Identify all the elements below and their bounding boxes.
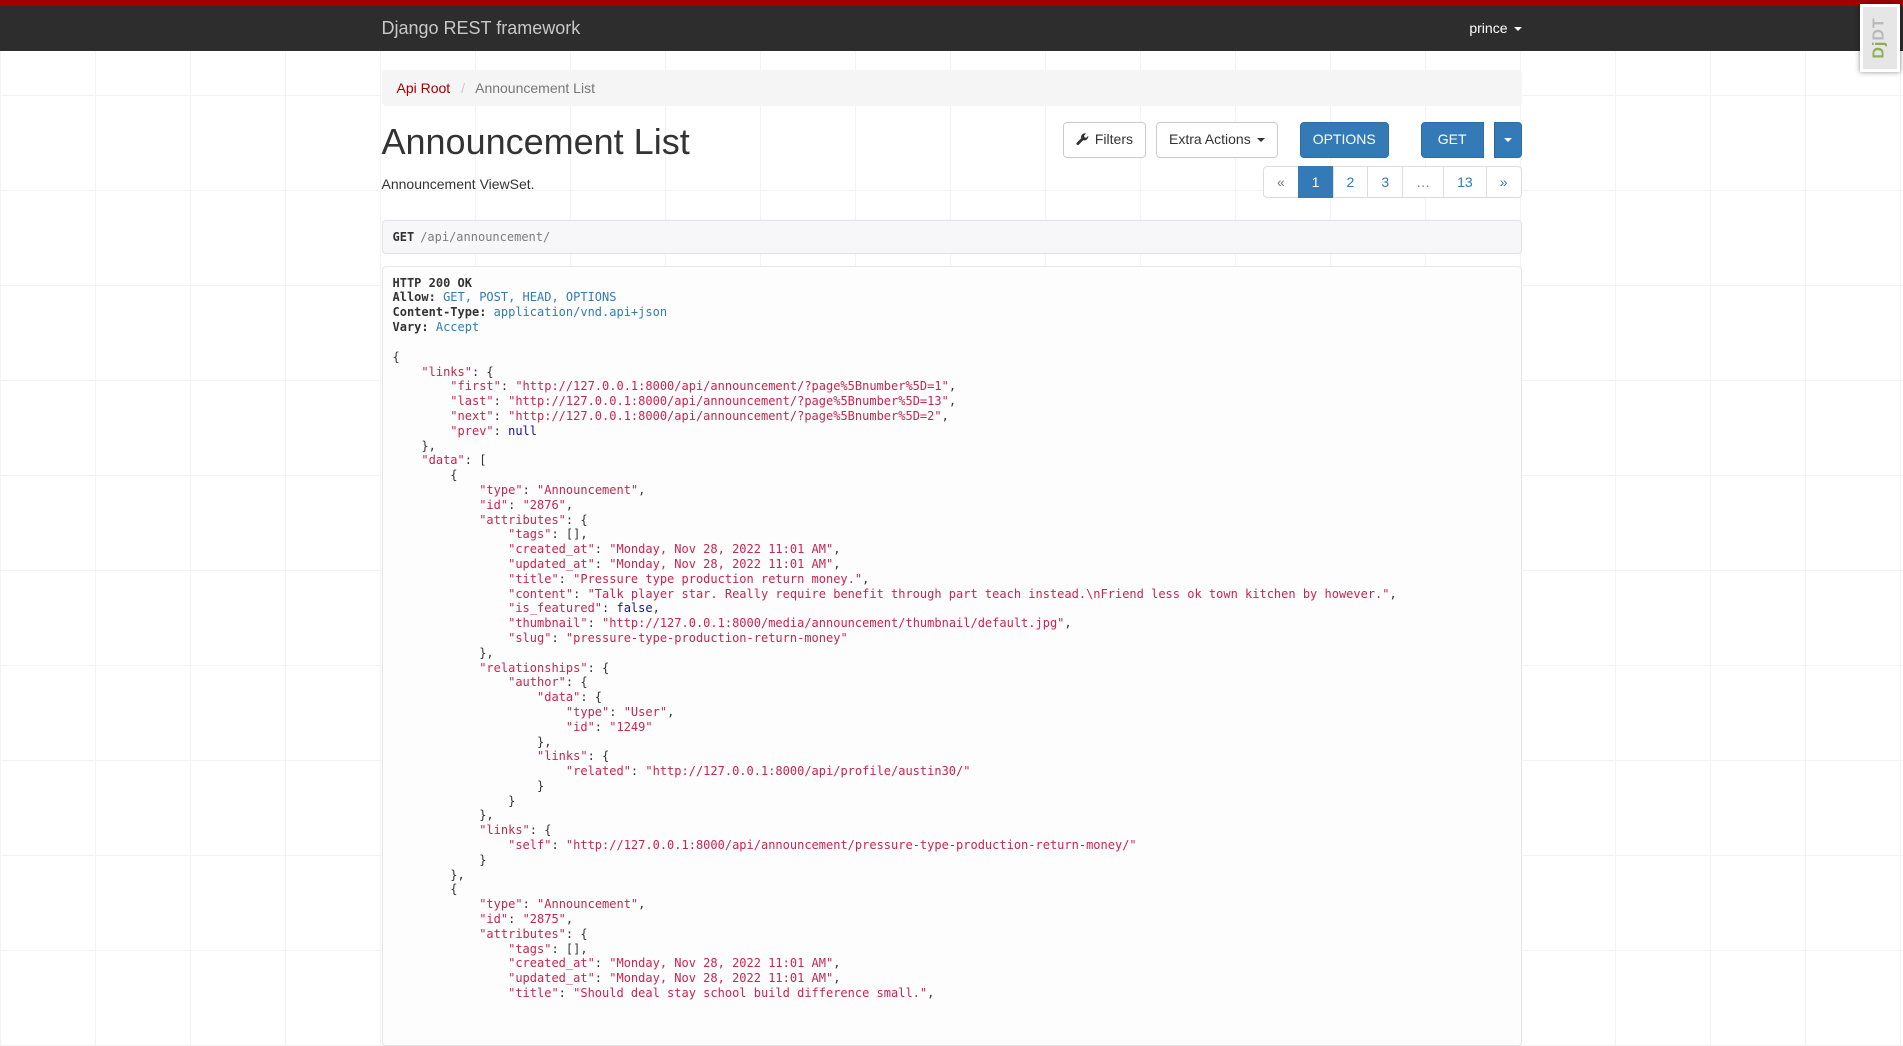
breadcrumb-current: Announcement List [475, 80, 595, 96]
filters-label: Filters [1094, 131, 1133, 147]
djdt-label: DjDT [1871, 17, 1889, 59]
page-title: Announcement List [381, 121, 690, 162]
response-headers: Allow: GET, POST, HEAD, OPTIONS Content-T… [393, 290, 1511, 334]
page-link-3[interactable]: 3 [1367, 165, 1404, 198]
get-button[interactable]: GET [1420, 122, 1484, 158]
view-description: Announcement ViewSet. [381, 175, 535, 192]
page-link-1[interactable]: 1 [1297, 165, 1334, 198]
breadcrumb-api-root-link[interactable]: Api Root [397, 80, 451, 96]
caret-down-icon [1256, 137, 1265, 142]
get-button-group: GET [1420, 122, 1522, 158]
debug-toolbar-handle[interactable]: DjDT [1860, 4, 1900, 72]
request-line: GET/api/announcement/ [381, 219, 1522, 254]
filters-button[interactable]: Filters [1062, 122, 1146, 158]
response-header-line: Content-Type: application/vnd.api+json [392, 305, 668, 320]
toolbar: Filters Extra Actions OPTIONS GET [1062, 122, 1522, 158]
page-link-13[interactable]: 13 [1443, 165, 1487, 198]
caret-down-icon [1513, 27, 1522, 32]
page-link-«: « [1262, 165, 1299, 198]
response-header-line: Vary: Accept [392, 319, 480, 334]
response-status: HTTP 200 OK [392, 275, 472, 290]
username-label: prince [1469, 20, 1508, 36]
page-link-»[interactable]: » [1485, 165, 1522, 198]
get-dropdown-toggle[interactable] [1493, 122, 1522, 158]
user-dropdown[interactable]: prince [1469, 6, 1522, 51]
wrench-icon [1076, 133, 1089, 146]
page-link-…: … [1402, 165, 1445, 198]
page-link-2[interactable]: 2 [1332, 165, 1369, 198]
response-body: { "links": { "first": "http://127.0.0.1:… [392, 349, 1397, 1001]
caret-down-icon [1503, 137, 1512, 142]
request-method: GET [392, 229, 415, 244]
extra-actions-label: Extra Actions [1169, 131, 1251, 147]
response-header-line: Allow: GET, POST, HEAD, OPTIONS [392, 290, 617, 305]
options-button[interactable]: OPTIONS [1299, 122, 1389, 158]
request-path: /api/announcement/ [420, 229, 551, 244]
breadcrumb-separator: / [461, 80, 465, 96]
navbar: Django REST framework prince [0, 6, 1903, 51]
breadcrumb: Api Root / Announcement List [381, 70, 1522, 106]
response-panel: HTTP 200 OK Allow: GET, POST, HEAD, OPTI… [381, 265, 1522, 1046]
extra-actions-button[interactable]: Extra Actions [1156, 122, 1278, 158]
pagination: «1 2 3… 13» [1262, 165, 1522, 198]
navbar-brand[interactable]: Django REST framework [382, 6, 581, 51]
